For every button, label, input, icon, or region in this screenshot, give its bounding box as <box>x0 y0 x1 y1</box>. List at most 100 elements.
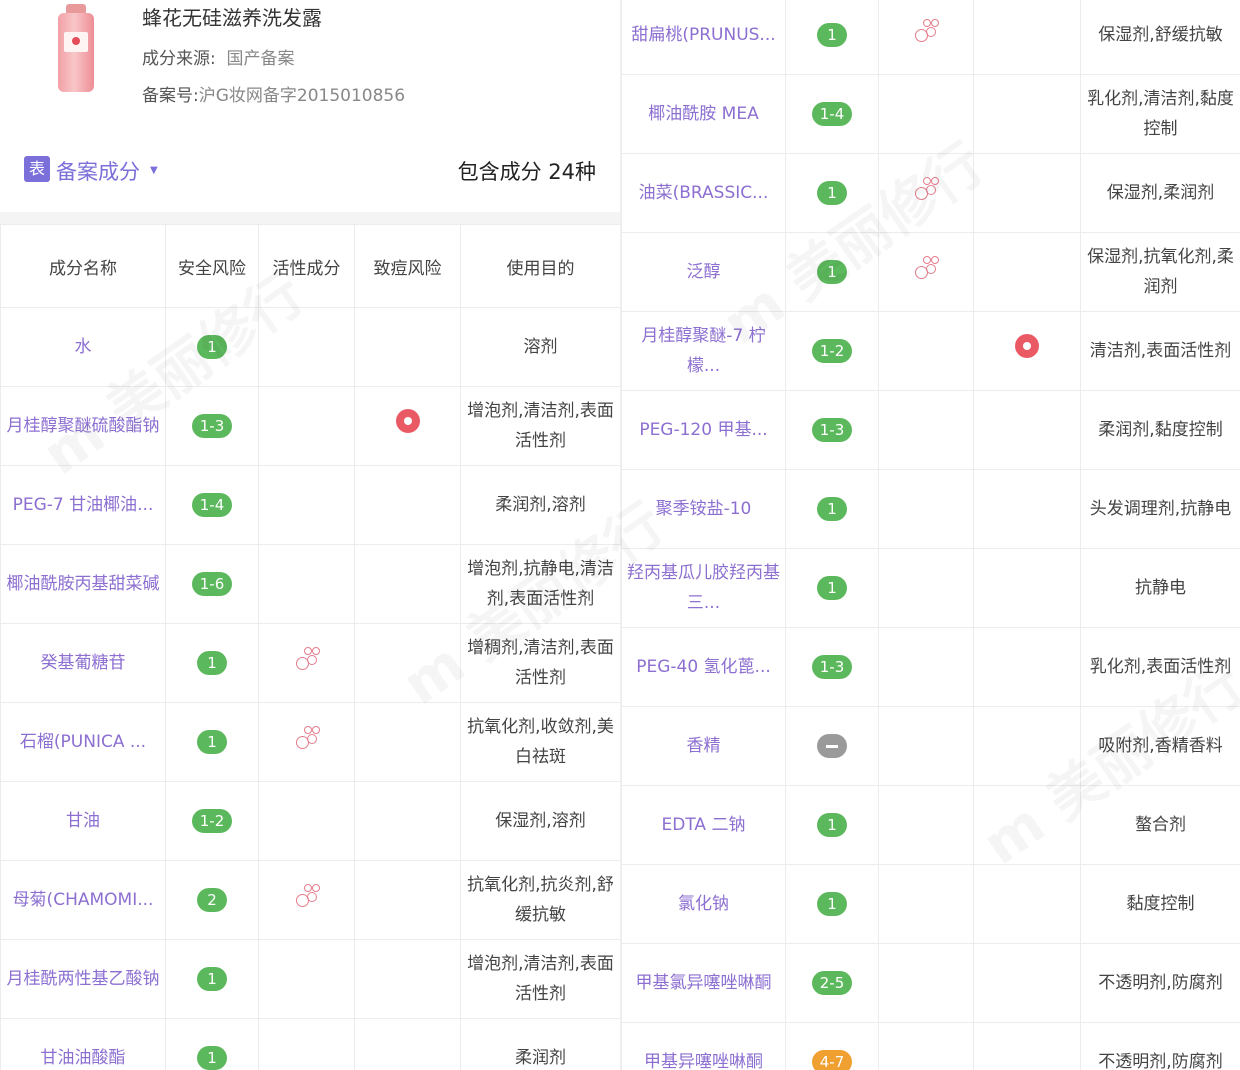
ingredient-name-link[interactable]: PEG-40 氢化蓖... <box>621 627 786 707</box>
table-row[interactable]: 石榴(PUNICA ... 1 抗氧化剂,收敛剂,美白祛斑 <box>0 702 620 782</box>
table-row[interactable]: 聚季铵盐-10 1 头发调理剂,抗静电 <box>621 469 1240 549</box>
acne-risk-cell <box>354 702 461 782</box>
acne-risk-cell <box>354 307 461 387</box>
ingredient-name-link[interactable]: 月桂醇聚醚-7 柠檬... <box>621 311 786 391</box>
active-ingredient-cell <box>878 390 974 470</box>
caret-down-icon[interactable]: ▼ <box>150 165 158 176</box>
safety-risk-cell: 1 <box>785 0 879 75</box>
purpose-cell: 保湿剂,舒缓抗敏 <box>1080 0 1240 75</box>
ingredient-name-link[interactable]: 聚季铵盐-10 <box>621 469 786 549</box>
ingredient-name-link[interactable]: 氯化钠 <box>621 864 786 944</box>
acne-risk-cell <box>973 548 1081 628</box>
active-ingredient-cell <box>258 1018 355 1070</box>
ingredient-name-link[interactable]: 水 <box>0 307 166 387</box>
acne-risk-cell <box>973 390 1081 470</box>
table-row[interactable]: PEG-7 甘油椰油... 1-4 柔润剂,溶剂 <box>0 465 620 545</box>
table-row[interactable]: 月桂醇聚醚硫酸酯钠 1-3 增泡剂,清洁剂,表面活性剂 <box>0 386 620 466</box>
ingredient-table-left: 成分名称 安全风险 活性成分 致痘风险 使用目的 水 1 溶剂 月桂醇聚醚硫酸酯钠 1-… <box>0 224 620 1070</box>
table-row[interactable]: 甲基异噻唑啉酮 4-7 不透明剂,防腐剂 <box>621 1022 1240 1070</box>
table-row[interactable]: 癸基葡糖苷 1 增稠剂,清洁剂,表面活性剂 <box>0 623 620 703</box>
safety-risk-cell: 1 <box>165 307 259 387</box>
table-row[interactable]: 泛醇 1 保湿剂,抗氧化剂,柔润剂 <box>621 232 1240 312</box>
acne-risk-icon <box>395 409 420 433</box>
table-row[interactable]: 母菊(CHAMOMI... 2 抗氧化剂,抗炎剂,舒缓抗敏 <box>0 860 620 940</box>
ingredient-name-link[interactable]: PEG-120 甲基... <box>621 390 786 470</box>
ingredient-name-link[interactable]: PEG-7 甘油椰油... <box>0 465 166 545</box>
ingredient-name-link[interactable]: EDTA 二钠 <box>621 785 786 865</box>
ingredient-name-link[interactable]: 椰油酰胺 MEA <box>621 74 786 154</box>
table-row[interactable]: 水 1 溶剂 <box>0 307 620 387</box>
ingredient-name-link[interactable]: 甘油油酸酯 <box>0 1018 166 1070</box>
table-row[interactable]: 羟丙基瓜儿胶羟丙基三... 1 抗静电 <box>621 548 1240 628</box>
table-row[interactable]: PEG-40 氢化蓖... 1-3 乳化剂,表面活性剂 <box>621 627 1240 707</box>
ingredient-name-link[interactable]: 羟丙基瓜儿胶羟丙基三... <box>621 548 786 628</box>
active-ingredient-cell <box>878 548 974 628</box>
table-row[interactable]: 甘油油酸酯 1 柔润剂 <box>0 1018 620 1070</box>
safety-risk-cell: 1 <box>785 153 879 233</box>
table-row[interactable]: 月桂醇聚醚-7 柠檬... 1-2 清洁剂,表面活性剂 <box>621 311 1240 391</box>
table-row[interactable]: 氯化钠 1 黏度控制 <box>621 864 1240 944</box>
safety-risk-badge: 1 <box>197 651 227 675</box>
ingredient-name-link[interactable]: 泛醇 <box>621 232 786 312</box>
acne-risk-icon <box>1015 334 1039 358</box>
table-row[interactable]: 甘油 1-2 保湿剂,溶剂 <box>0 781 620 861</box>
safety-risk-badge: 1-2 <box>812 339 852 363</box>
purpose-cell: 抗氧化剂,收敛剂,美白祛斑 <box>460 702 620 782</box>
ingredient-name-link[interactable]: 母菊(CHAMOMI... <box>0 860 166 940</box>
unknown-risk-badge <box>817 734 847 758</box>
active-ingredient-cell <box>878 0 974 75</box>
purpose-cell: 不透明剂,防腐剂 <box>1080 943 1240 1023</box>
table-row[interactable]: 甲基氯异噻唑啉酮 2-5 不透明剂,防腐剂 <box>621 943 1240 1023</box>
safety-risk-cell: 1 <box>165 939 259 1019</box>
header-acne-risk: 致痘风险 <box>354 224 461 308</box>
safety-risk-badge: 1 <box>197 967 227 991</box>
product-image <box>58 4 94 92</box>
acne-risk-cell <box>973 232 1081 312</box>
table-row[interactable]: 椰油酰胺丙基甜菜碱 1-6 增泡剂,抗静电,清洁剂,表面活性剂 <box>0 544 620 624</box>
table-row[interactable]: 椰油酰胺 MEA 1-4 乳化剂,清洁剂,黏度控制 <box>621 74 1240 154</box>
active-ingredient-cell <box>878 943 974 1023</box>
table-row[interactable]: 香精 吸附剂,香精香料 <box>621 706 1240 786</box>
ingredient-name-link[interactable]: 椰油酰胺丙基甜菜碱 <box>0 544 166 624</box>
acne-risk-cell <box>354 860 461 940</box>
safety-risk-cell: 1 <box>165 623 259 703</box>
ingredient-name-link[interactable]: 月桂醇聚醚硫酸酯钠 <box>0 386 166 466</box>
ingredient-name-link[interactable]: 甘油 <box>0 781 166 861</box>
safety-risk-badge: 1-3 <box>812 418 852 442</box>
purpose-cell: 溶剂 <box>460 307 620 387</box>
acne-risk-cell <box>354 465 461 545</box>
ingredient-name-link[interactable]: 甜扁桃(PRUNUS... <box>621 0 786 75</box>
acne-risk-cell <box>973 1022 1081 1070</box>
ingredient-name-link[interactable]: 香精 <box>621 706 786 786</box>
ingredient-name-link[interactable]: 石榴(PUNICA ... <box>0 702 166 782</box>
safety-risk-cell: 1-4 <box>165 465 259 545</box>
purpose-cell: 保湿剂,柔润剂 <box>1080 153 1240 233</box>
purpose-cell: 增泡剂,清洁剂,表面活性剂 <box>460 386 620 466</box>
header-active-ingredient: 活性成分 <box>258 224 355 308</box>
table-row[interactable]: 甜扁桃(PRUNUS... 1 保湿剂,舒缓抗敏 <box>621 0 1240 75</box>
table-row[interactable]: 油菜(BRASSIC... 1 保湿剂,柔润剂 <box>621 153 1240 233</box>
acne-risk-cell <box>354 1018 461 1070</box>
safety-risk-cell: 1-3 <box>165 386 259 466</box>
active-ingredient-cell <box>258 623 355 703</box>
safety-risk-badge: 1-4 <box>812 102 852 126</box>
section-title-dropdown[interactable]: 备案成分 <box>56 156 140 186</box>
active-ingredient-icon <box>294 882 320 908</box>
active-ingredient-cell <box>878 785 974 865</box>
purpose-cell: 保湿剂,溶剂 <box>460 781 620 861</box>
safety-risk-badge: 1-4 <box>192 493 232 517</box>
active-ingredient-cell <box>878 627 974 707</box>
ingredient-name-link[interactable]: 油菜(BRASSIC... <box>621 153 786 233</box>
ingredient-name-link[interactable]: 甲基异噻唑啉酮 <box>621 1022 786 1070</box>
active-ingredient-cell <box>878 232 974 312</box>
active-ingredient-cell <box>878 153 974 233</box>
table-row[interactable]: PEG-120 甲基... 1-3 柔润剂,黏度控制 <box>621 390 1240 470</box>
ingredient-name-link[interactable]: 甲基氯异噻唑啉酮 <box>621 943 786 1023</box>
table-row[interactable]: EDTA 二钠 1 螯合剂 <box>621 785 1240 865</box>
safety-risk-cell: 1-2 <box>785 311 879 391</box>
safety-risk-badge: 1 <box>817 892 847 916</box>
table-row[interactable]: 月桂酰两性基乙酸钠 1 增泡剂,清洁剂,表面活性剂 <box>0 939 620 1019</box>
ingredient-name-link[interactable]: 月桂酰两性基乙酸钠 <box>0 939 166 1019</box>
source-value: 国产备案 <box>226 49 295 69</box>
ingredient-name-link[interactable]: 癸基葡糖苷 <box>0 623 166 703</box>
